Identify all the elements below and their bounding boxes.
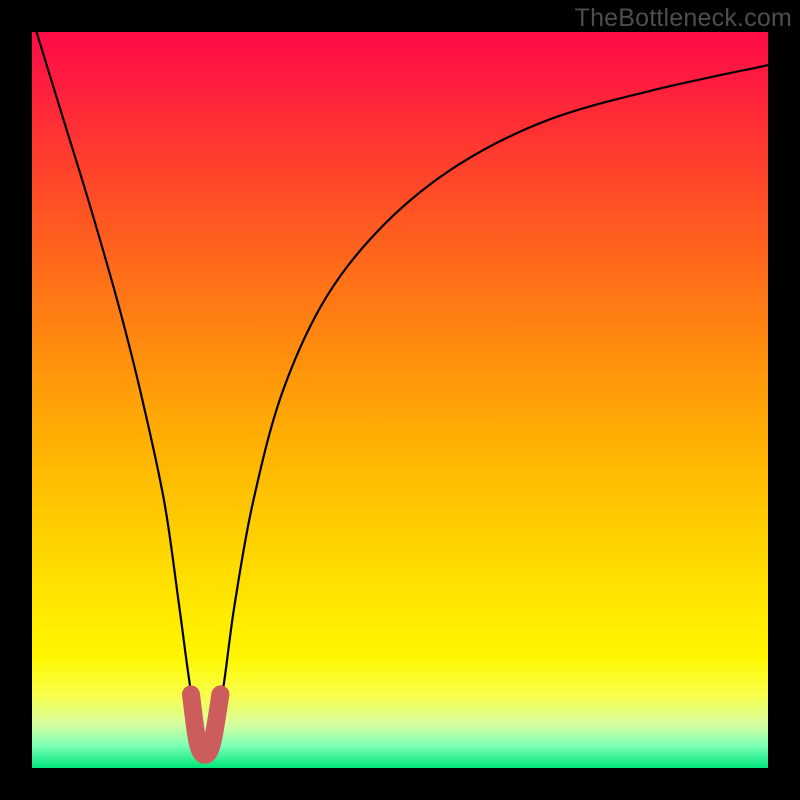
- chart-plot-area: [32, 32, 768, 768]
- watermark-text: TheBottleneck.com: [575, 4, 792, 33]
- chart-frame: TheBottleneck.com: [0, 0, 800, 800]
